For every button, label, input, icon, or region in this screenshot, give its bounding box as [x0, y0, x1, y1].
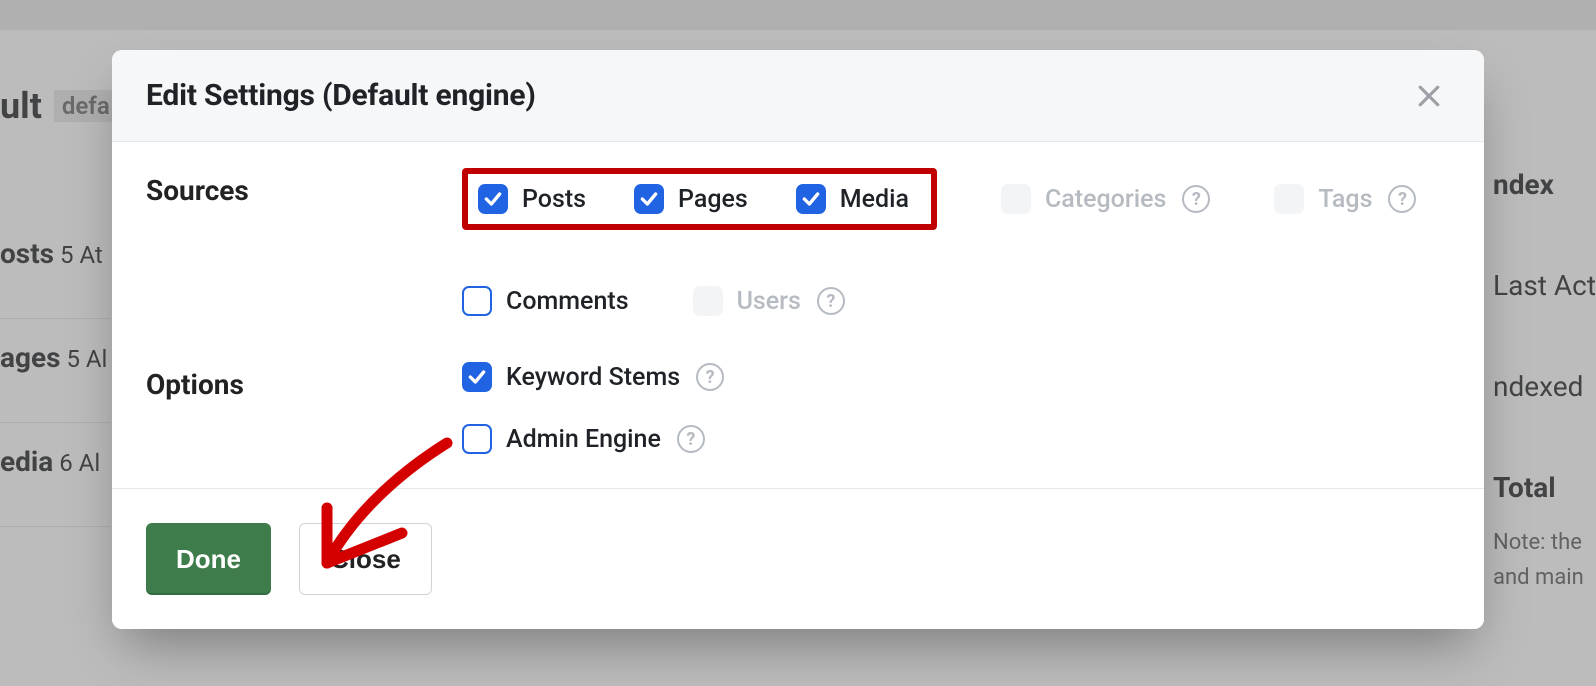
source-comments-checkbox[interactable]: Comments	[462, 286, 629, 316]
empty-checkbox-icon	[693, 286, 723, 316]
edit-settings-modal: Edit Settings (Default engine) Sources P…	[112, 50, 1484, 629]
modal-title: Edit Settings (Default engine)	[146, 78, 536, 113]
help-icon[interactable]: ?	[1182, 185, 1210, 213]
checkbox-label: Keyword Stems	[506, 363, 680, 392]
source-posts-checkbox[interactable]: Posts	[478, 184, 586, 214]
done-button[interactable]: Done	[146, 523, 271, 595]
checkbox-label: Posts	[522, 185, 586, 214]
close-icon[interactable]	[1414, 81, 1444, 111]
checkbox-label: Tags	[1318, 185, 1372, 214]
source-users-checkbox: Users ?	[693, 286, 845, 316]
checkmark-icon	[462, 362, 492, 392]
option-admin-engine-checkbox[interactable]: Admin Engine ?	[462, 424, 705, 454]
modal-header: Edit Settings (Default engine)	[112, 50, 1484, 142]
empty-checkbox-icon	[462, 286, 492, 316]
checkbox-label: Users	[737, 287, 801, 316]
help-icon[interactable]: ?	[817, 287, 845, 315]
empty-checkbox-icon	[1001, 184, 1031, 214]
help-icon[interactable]: ?	[1388, 185, 1416, 213]
checkmark-icon	[634, 184, 664, 214]
checkbox-label: Admin Engine	[506, 425, 661, 454]
help-icon[interactable]: ?	[696, 363, 724, 391]
highlighted-sources-group: Posts Pages Media	[462, 168, 937, 230]
modal-body: Sources Posts Pages Media	[112, 142, 1484, 488]
close-button[interactable]: Close	[299, 523, 432, 595]
source-categories-checkbox: Categories ?	[1001, 184, 1210, 214]
modal-overlay[interactable]: Edit Settings (Default engine) Sources P…	[0, 0, 1596, 686]
source-pages-checkbox[interactable]: Pages	[634, 184, 748, 214]
checkbox-label: Comments	[506, 287, 629, 316]
source-media-checkbox[interactable]: Media	[796, 184, 909, 214]
checkmark-icon	[478, 184, 508, 214]
checkbox-label: Media	[840, 185, 909, 214]
sources-controls: Posts Pages Media Categories	[462, 168, 1450, 316]
sources-label: Sources	[146, 168, 462, 207]
checkmark-icon	[796, 184, 826, 214]
help-icon[interactable]: ?	[677, 425, 705, 453]
source-tags-checkbox: Tags ?	[1274, 184, 1416, 214]
option-keyword-stems-checkbox[interactable]: Keyword Stems ?	[462, 362, 724, 392]
options-controls: Keyword Stems ? Admin Engine ?	[462, 362, 1450, 454]
modal-footer: Done Close	[112, 488, 1484, 629]
checkbox-label: Pages	[678, 185, 748, 214]
empty-checkbox-icon	[1274, 184, 1304, 214]
checkbox-label: Categories	[1045, 185, 1166, 214]
empty-checkbox-icon	[462, 424, 492, 454]
options-label: Options	[146, 362, 462, 401]
